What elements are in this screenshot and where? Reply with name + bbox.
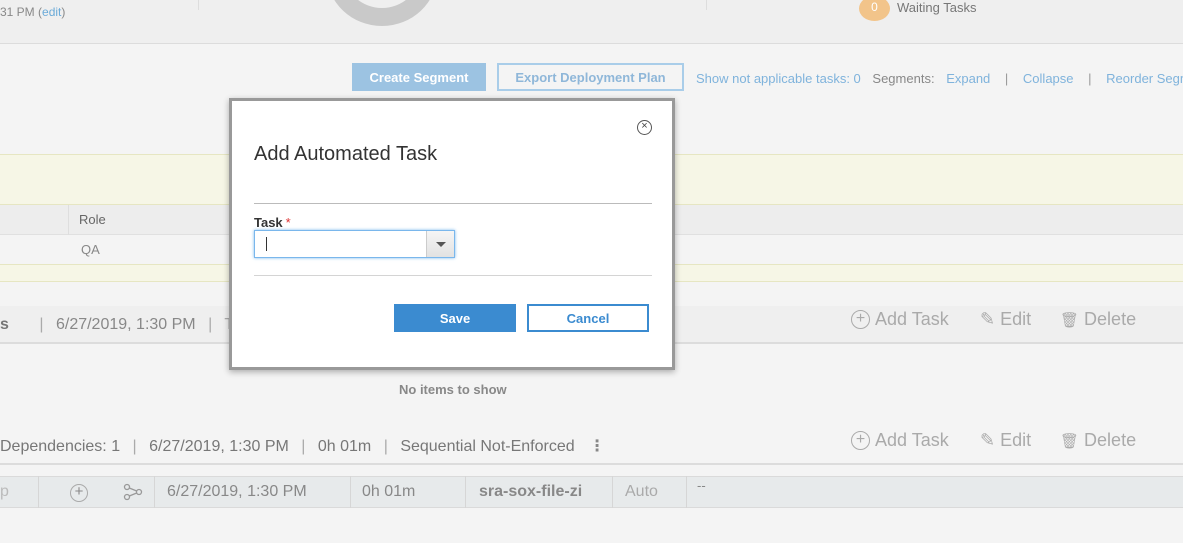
column-divider — [154, 476, 155, 508]
task-duration: 0h 01m — [362, 483, 416, 500]
add-task-action[interactable]: + Add Task — [851, 309, 949, 330]
role-value: QA — [81, 242, 100, 257]
last-modified: 31 PM (edit) — [0, 5, 66, 19]
delete-action[interactable]: 🗑 Delete — [1060, 309, 1136, 330]
column-divider — [350, 476, 351, 508]
column-divider — [612, 476, 613, 508]
role-column-header: Role — [79, 212, 106, 227]
task-type: Auto — [625, 483, 658, 500]
collapse-link[interactable]: Collapse — [1023, 71, 1074, 86]
trash-icon: 🗑 — [1060, 432, 1080, 450]
close-icon[interactable]: × — [637, 120, 652, 135]
pencil-icon: ✎ — [980, 309, 996, 329]
dependencies-count[interactable]: Dependencies: 1 — [0, 438, 120, 455]
segment-duration: 0h 01m — [317, 438, 372, 455]
column-divider — [686, 476, 687, 508]
segment-info: Dependencies: 1 | 6/27/2019, 1:30 PM | 0… — [0, 436, 605, 456]
add-task-label: Add Task — [875, 430, 949, 450]
task-name[interactable]: sra-sox-file-zi — [479, 476, 582, 508]
edit-action[interactable]: ✎ Edit — [980, 309, 1031, 330]
segment-name: s — [0, 316, 9, 333]
trash-icon: 🗑 — [1060, 311, 1080, 329]
summary-strip — [0, 0, 1183, 44]
reorder-segments-link[interactable]: Reorder Segme — [1106, 71, 1183, 86]
segments-label: Segments: — [872, 71, 935, 86]
separator: | — [1088, 71, 1092, 86]
cancel-button[interactable]: Cancel — [527, 304, 649, 332]
separator: | — [132, 438, 137, 455]
segment-info: s | 6/27/2019, 1:30 PM | T — [0, 316, 234, 334]
chevron-down-icon[interactable] — [426, 231, 454, 257]
add-child-icon[interactable]: + — [70, 483, 88, 502]
pencil-icon: ✎ — [980, 430, 996, 450]
add-circle-icon: + — [851, 310, 870, 329]
empty-state-message: No items to show — [399, 382, 507, 397]
summary-divider — [706, 0, 707, 10]
text-cursor — [266, 237, 267, 251]
segment-date: 6/27/2019, 1:30 PM — [55, 316, 196, 333]
column-divider — [68, 205, 69, 235]
edit-link[interactable]: edit — [42, 5, 61, 19]
edit-label: Edit — [1000, 309, 1032, 329]
required-marker: * — [285, 215, 291, 230]
separator: | — [39, 316, 44, 333]
export-deployment-plan-button[interactable]: Export Deployment Plan — [497, 63, 684, 91]
create-segment-button[interactable]: Create Segment — [352, 63, 486, 91]
add-automated-task-dialog: × Add Automated Task Task * Save Cancel — [229, 98, 675, 370]
delete-label: Delete — [1084, 309, 1137, 329]
separator: | — [383, 438, 388, 455]
task-select[interactable] — [254, 230, 455, 258]
dialog-title: Add Automated Task — [254, 143, 438, 165]
separator: | — [301, 438, 306, 455]
summary-divider — [198, 0, 199, 10]
add-task-label: Add Task — [875, 309, 949, 329]
add-task-action[interactable]: + Add Task — [851, 430, 949, 451]
delete-label: Delete — [1084, 430, 1137, 450]
modified-time: 31 PM — [0, 5, 35, 19]
segment-toolbar: Show not applicable tasks: 0 Segments: E… — [696, 71, 1183, 86]
task-field-label: Task * — [254, 215, 291, 230]
divider — [254, 203, 652, 204]
save-button[interactable]: Save — [394, 304, 516, 332]
add-circle-icon: + — [851, 431, 870, 450]
edit-label: Edit — [1000, 430, 1032, 450]
waiting-tasks-label[interactable]: Waiting Tasks — [897, 0, 976, 15]
execution-mode: Sequential Not-Enforced — [400, 438, 575, 455]
task-label-text: Task — [254, 215, 283, 230]
show-not-applicable-link[interactable]: Show not applicable tasks: 0 — [696, 71, 861, 86]
task-date: 6/27/2019, 1:30 PM — [167, 483, 307, 500]
separator: | — [208, 316, 213, 333]
segment-date: 6/27/2019, 1:30 PM — [149, 438, 289, 455]
edit-action[interactable]: ✎ Edit — [980, 430, 1031, 451]
divider — [254, 275, 652, 276]
expand-link[interactable]: Expand — [946, 71, 990, 86]
task-trailing: -- — [697, 478, 706, 493]
column-divider — [465, 476, 466, 508]
separator: | — [1004, 71, 1009, 86]
column-divider — [38, 476, 39, 508]
more-options-icon[interactable]: ⋮ — [589, 438, 605, 455]
delete-action[interactable]: 🗑 Delete — [1060, 430, 1136, 451]
dependency-icon[interactable] — [123, 476, 143, 508]
task-name-fragment: p — [0, 483, 9, 500]
